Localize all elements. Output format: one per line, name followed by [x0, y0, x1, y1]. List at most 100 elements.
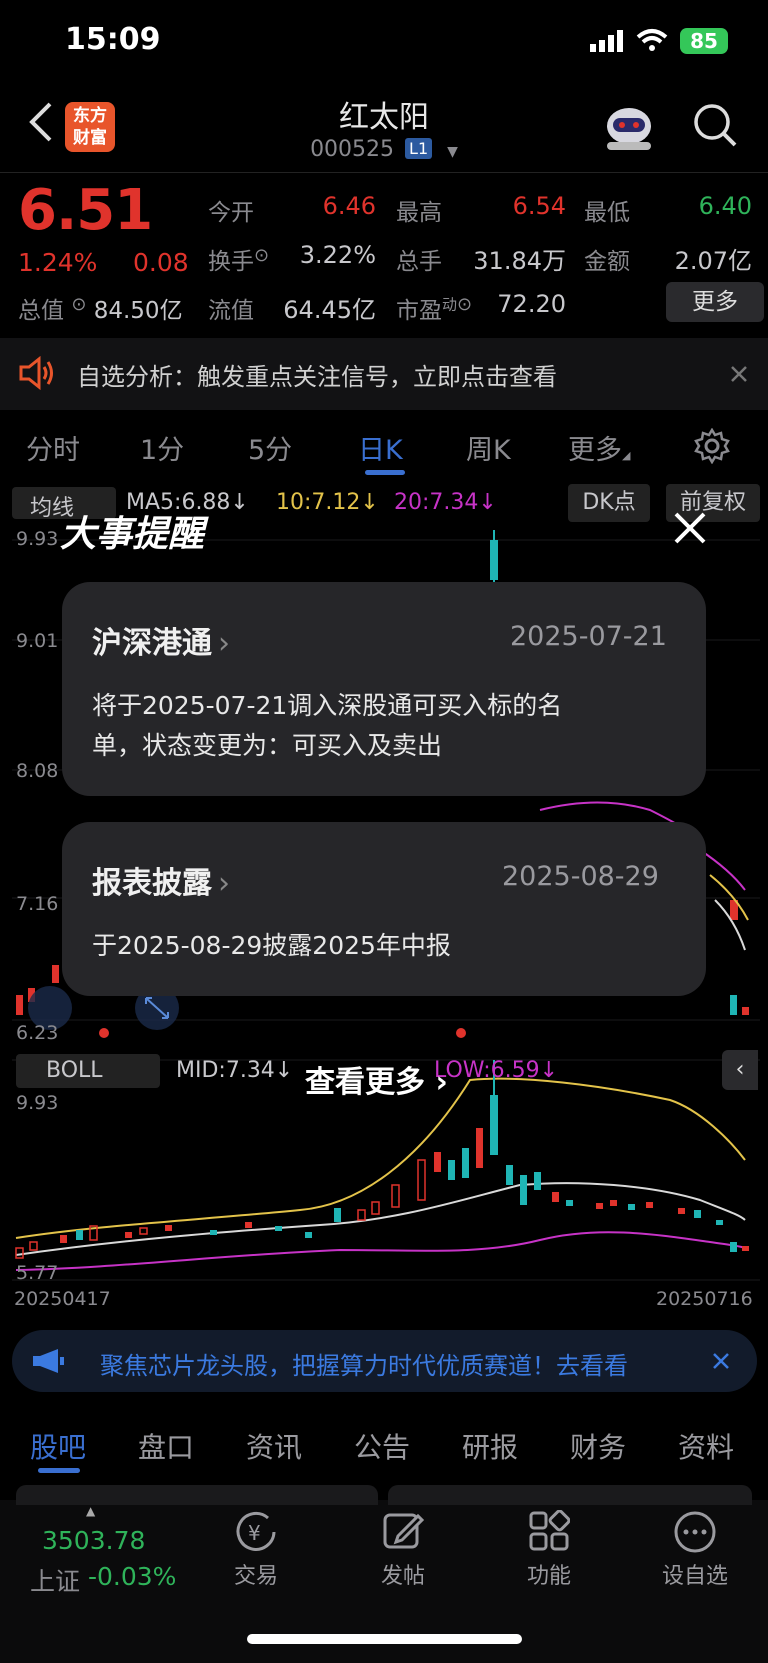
- tab-more[interactable]: 更多◢: [568, 428, 630, 467]
- turnover-label-text: 换手: [208, 249, 254, 275]
- sub-y-axis-label: 5.77: [16, 1262, 59, 1284]
- event-card[interactable]: [62, 822, 706, 996]
- settings-gear-icon[interactable]: [694, 428, 730, 464]
- close-icon[interactable]: [730, 365, 748, 383]
- pe-label-text: 市盈: [396, 298, 442, 324]
- turnover-value: 3.22%: [299, 241, 376, 269]
- volume-value: 31.84万: [473, 247, 566, 275]
- tab-weekly-k[interactable]: 周K: [466, 428, 511, 467]
- boll-upper-line: [15, 1077, 746, 1239]
- chevron-right-icon: ›: [218, 866, 230, 901]
- amount-label: 金额: [584, 249, 630, 275]
- wifi-icon: [636, 29, 668, 51]
- index-change[interactable]: -0.03%: [88, 1562, 176, 1591]
- level-badge: L1: [405, 138, 433, 159]
- more-button[interactable]: 更多: [666, 282, 764, 322]
- low-value: 6.40: [698, 192, 752, 220]
- active-tab-indicator: [365, 470, 405, 475]
- search-icon[interactable]: [692, 102, 738, 148]
- alert-text[interactable]: 自选分析：触发重点关注信号，立即点击查看: [77, 357, 557, 392]
- tab-daily-k[interactable]: 日K: [358, 428, 403, 467]
- add-watchlist-icon[interactable]: [673, 1510, 717, 1554]
- svg-text:¥: ¥: [248, 1521, 261, 1545]
- open-value: 6.46: [322, 192, 376, 220]
- tab-more-label: 更多: [568, 435, 622, 466]
- post-label[interactable]: 发帖: [358, 1558, 448, 1590]
- modal-title: 大事提醒: [60, 514, 205, 555]
- x-axis-start: 20250417: [14, 1288, 111, 1310]
- close-icon[interactable]: [672, 510, 708, 546]
- bottom-tab-news[interactable]: 资讯: [246, 1426, 302, 1466]
- tab-5min[interactable]: 5分: [248, 428, 292, 467]
- corner-triangle-icon: ◢: [622, 449, 631, 462]
- info-icon[interactable]: ⊙: [71, 294, 86, 315]
- event-card-title[interactable]: 报表披露 ›: [92, 858, 230, 902]
- chevron-down-icon: ▼: [447, 144, 458, 160]
- tab-fenshi[interactable]: 分时: [26, 428, 80, 467]
- low-label: 最低: [584, 200, 630, 226]
- bottom-tab-guba[interactable]: 股吧: [30, 1426, 86, 1466]
- tab-1min[interactable]: 1分: [140, 428, 184, 467]
- total-value-label: 总值: [18, 298, 64, 324]
- pe-value: 72.20: [497, 290, 566, 318]
- float-value: 64.45亿: [283, 296, 376, 324]
- pe-sup: 动: [442, 295, 458, 314]
- event-card-date: 2025-08-29: [502, 861, 659, 892]
- event-card-body-line: 单，状态变更为：可买入及卖出: [92, 731, 443, 760]
- bottom-tab-finance[interactable]: 财务: [570, 1426, 626, 1466]
- megaphone-icon: [33, 1349, 64, 1373]
- edit-post-icon[interactable]: [382, 1510, 424, 1552]
- bottom-tab-announcements[interactable]: 公告: [354, 1426, 410, 1466]
- functions-grid-icon[interactable]: [528, 1510, 570, 1552]
- index-name[interactable]: 上证: [30, 1562, 80, 1598]
- event-title-text: 报表披露: [92, 866, 212, 901]
- event-card-title[interactable]: 沪深港通 ›: [92, 618, 230, 662]
- bottom-tab-pankou[interactable]: 盘口: [138, 1426, 194, 1466]
- turnover-label: 换手⊙: [208, 242, 269, 276]
- event-card-body-line: 于2025-08-29披露2025年中报: [92, 931, 451, 960]
- index-value[interactable]: 3503.78: [42, 1526, 145, 1555]
- promo-text[interactable]: 聚焦芯片龙头股，把握算力时代优质赛道！去看看: [100, 1346, 628, 1381]
- see-more-link[interactable]: 查看更多 ›: [305, 1057, 448, 1101]
- watchlist-label[interactable]: 设自选: [650, 1558, 740, 1590]
- trade-icon[interactable]: ¥: [234, 1510, 278, 1554]
- open-label: 今开: [208, 200, 254, 226]
- current-price: 6.51: [18, 178, 153, 243]
- percent-change: 1.24%: [18, 248, 98, 277]
- boll-mid-line: [15, 1182, 746, 1256]
- functions-label[interactable]: 功能: [504, 1558, 594, 1590]
- stock-code: 000525: [310, 137, 395, 162]
- signal-icon: [590, 30, 623, 52]
- speaker-icon: [19, 356, 53, 390]
- sub-y-axis-label: 9.93: [16, 1092, 59, 1114]
- total-value-row: 总值 ⊙ 84.50亿: [18, 291, 183, 325]
- bottom-tab-research[interactable]: 研报: [462, 1426, 518, 1466]
- amount-value: 2.07亿: [674, 247, 752, 275]
- bottom-tab-profile[interactable]: 资料: [678, 1426, 734, 1466]
- total-value: 84.50亿: [93, 298, 183, 324]
- info-icon[interactable]: ⊙: [254, 245, 269, 266]
- event-card-body-line: 将于2025-07-21调入深股通可买入标的名: [92, 691, 563, 720]
- x-axis-end: 20250716: [656, 1288, 753, 1310]
- chevron-right-icon: ›: [425, 1065, 448, 1100]
- chevron-right-icon: ›: [218, 626, 230, 661]
- battery-indicator: 85: [680, 28, 728, 54]
- event-card-date: 2025-07-21: [510, 621, 667, 652]
- float-label: 流值: [208, 298, 254, 324]
- event-title-text: 沪深港通: [92, 626, 212, 661]
- pe-label: 市盈动⊙: [396, 291, 472, 325]
- panel-edge: [388, 1485, 752, 1505]
- price-change: 0.08: [133, 248, 189, 277]
- status-time: 15:09: [65, 22, 161, 57]
- high-value: 6.54: [512, 192, 566, 220]
- trade-label[interactable]: 交易: [211, 1558, 301, 1590]
- see-more-label: 查看更多: [305, 1065, 425, 1100]
- robot-assistant-icon[interactable]: [603, 102, 655, 152]
- active-bottom-tab-indicator: [38, 1468, 80, 1473]
- info-icon[interactable]: ⊙: [457, 294, 472, 315]
- home-indicator: [247, 1634, 522, 1644]
- divider: [0, 172, 768, 173]
- close-icon[interactable]: [712, 1352, 730, 1370]
- high-label: 最高: [396, 200, 442, 226]
- panel-edge: [16, 1485, 378, 1505]
